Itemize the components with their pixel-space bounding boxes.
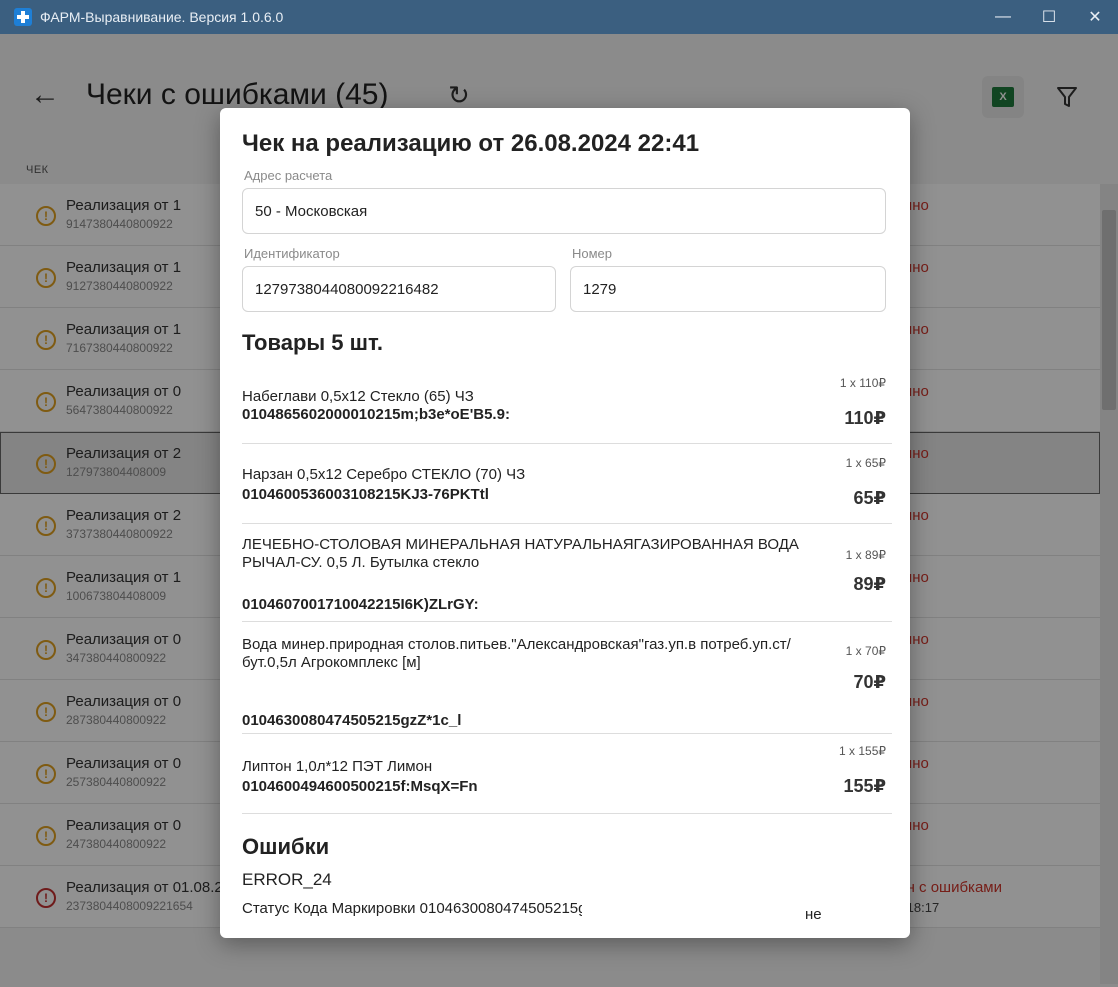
goods-code: 0104865602000010215m;b3e*oE'B5.9: [242,406,510,423]
goods-qty-price: 1 x 155₽ [839,744,886,758]
goods-sum: 70₽ [853,672,886,692]
error-code: ERROR_24 [242,870,332,889]
goods-name: Набеглави 0,5х12 Стекло (65) ЧЗ [242,388,474,405]
goods-code: 0104600536003108215KJ3-76PKTtl [242,486,489,503]
goods-title: Товары 5 шт. [242,330,383,355]
goods-qty-price: 1 x 65₽ [845,456,886,470]
goods-code: 0104630080474505215gzZ*1c_l [242,712,462,729]
goods-qty-price: 1 x 89₽ [845,548,886,562]
minimize-button[interactable]: — [980,0,1026,34]
goods-name: Вода минер.природная столов.питьев."Алек… [242,636,791,671]
window-title: ФАРМ-Выравнивание. Версия 1.0.6.0 [40,9,284,25]
dialog-title: Чек на реализацию от 26.08.2024 22:41 [242,130,700,157]
goods-item: Липтон 1,0л*12 ПЭТ Лимон 0104600494600500… [242,734,892,814]
goods-item: Вода минер.природная столов.питьев."Алек… [242,622,892,734]
number-field[interactable]: 1279 [570,266,886,312]
goods-name: ЛЕЧЕБНО-СТОЛОВАЯ МИНЕРАЛЬНАЯ НАТУРАЛЬНАЯ… [242,536,799,571]
goods-sum: 110₽ [844,408,886,428]
goods-code: 0104607001710042215I6K)ZLrGY: [242,596,479,613]
goods-item: Набеглави 0,5х12 Стекло (65) ЧЗ 010486560… [242,376,892,444]
goods-sum: 89₽ [853,574,886,594]
goods-code: 0104600494600500215f:MsqX=Fn [242,778,478,795]
goods-name: Липтон 1,0л*12 ПЭТ Лимон [242,758,433,775]
close-button[interactable]: ✕ [1072,0,1118,34]
error-text: Статус Кода Маркировки 01046300804745052… [242,900,582,917]
app-icon [14,8,32,26]
goods-name: Нарзан 0,5х12 Серебро СТЕКЛО (70) ЧЗ [242,466,526,483]
maximize-button[interactable]: ☐ [1026,0,1072,34]
receipt-dialog: Чек на реализацию от 26.08.2024 22:41 Ад… [220,108,910,938]
goods-qty-price: 1 x 110₽ [839,376,886,390]
address-label: Адрес расчета [244,168,333,183]
number-label: Номер [572,246,613,261]
error-text-tail: не [805,906,822,923]
window-titlebar: ФАРМ-Выравнивание. Версия 1.0.6.0 — ☐ ✕ [0,0,1118,34]
goods-sum: 65₽ [853,488,886,508]
identifier-label: Идентификатор [244,246,340,261]
errors-title: Ошибки [242,834,330,859]
address-field[interactable]: 50 - Московская [242,188,886,234]
goods-qty-price: 1 x 70₽ [845,644,886,658]
goods-item: ЛЕЧЕБНО-СТОЛОВАЯ МИНЕРАЛЬНАЯ НАТУРАЛЬНАЯ… [242,524,892,622]
goods-item: Нарзан 0,5х12 Серебро СТЕКЛО (70) ЧЗ 0104… [242,444,892,524]
window-controls: — ☐ ✕ [980,0,1118,34]
identifier-field[interactable]: 1279738044080092216482 [242,266,556,312]
goods-sum: 155₽ [843,776,886,796]
